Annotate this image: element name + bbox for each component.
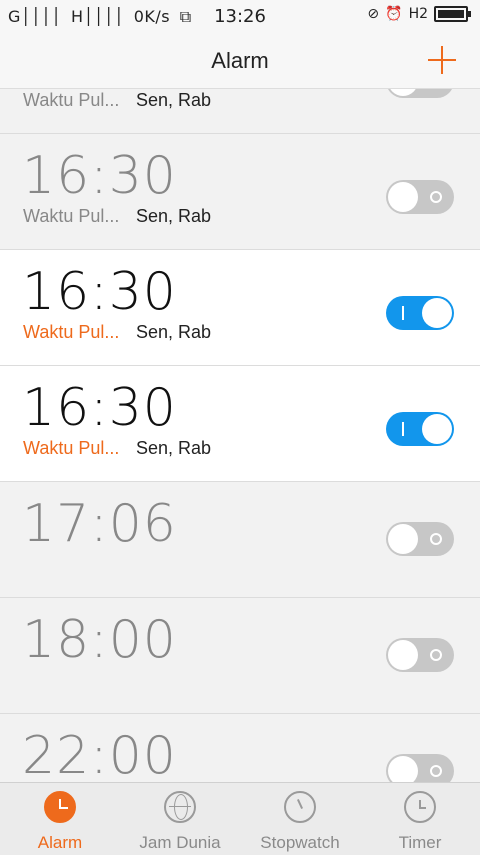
tab-label: Timer — [398, 833, 442, 852]
alarm-label: Waktu Pul... — [23, 438, 120, 458]
network-type: H2 — [408, 6, 428, 22]
tab-label: Jam Dunia — [139, 833, 221, 852]
battery-icon — [434, 6, 471, 22]
tab-world-clock[interactable]: Jam Dunia — [120, 783, 240, 855]
alarm-label: Waktu Pul... — [23, 322, 120, 342]
tab-label: Alarm — [37, 833, 83, 852]
alarm-row[interactable]: 18:00 — [0, 598, 480, 714]
alarm-time: 22:00 — [22, 726, 177, 782]
alarm-days: Sen, Rab — [136, 206, 212, 226]
status-right: ⊘ ⏰ H2 — [367, 6, 471, 22]
alarm-toggle[interactable] — [386, 296, 454, 330]
alarm-toggle[interactable] — [386, 638, 454, 672]
alarm-row[interactable]: 16:30 Waktu Pul... Sen, Rab — [0, 134, 480, 250]
alarm-days: Sen, Rab — [136, 438, 212, 458]
bottom-tab-bar: Alarm Jam Dunia Stopwatch Timer — [0, 782, 480, 855]
app-header: Alarm — [0, 34, 480, 89]
alarm-list[interactable]: Waktu Pul... Sen, Rab 16:30 Waktu Pul...… — [0, 89, 480, 782]
tab-label: Stopwatch — [260, 833, 340, 852]
alarm-time: 18:00 — [22, 610, 177, 670]
alarm-toggle[interactable] — [386, 522, 454, 556]
alarm-toggle[interactable] — [386, 89, 454, 98]
alarm-time: 16:30 — [22, 146, 177, 206]
alarm-label: Waktu Pul... — [23, 206, 120, 226]
alarm-days: Sen, Rab — [136, 90, 212, 110]
tab-alarm[interactable]: Alarm — [0, 783, 120, 855]
alarm-clock-icon — [44, 791, 76, 823]
stopwatch-icon — [284, 791, 316, 823]
alarm-days: Sen, Rab — [136, 322, 212, 342]
alarm-time: 16:30 — [22, 262, 177, 322]
alarm-row[interactable]: Waktu Pul... Sen, Rab — [0, 89, 480, 134]
alarm-row[interactable]: 17:06 — [0, 482, 480, 598]
alarm-toggle[interactable] — [386, 412, 454, 446]
page-title: Alarm — [211, 48, 269, 73]
status-bar: G││││ H││││ 0K/s ⧉ 13:26 ⊘ ⏰ H2 — [0, 0, 480, 34]
alarm-time: 16:30 — [22, 378, 177, 438]
timer-icon — [404, 791, 436, 823]
alarm-status-icon: ⏰ — [385, 6, 403, 22]
alarm-label: Waktu Pul... — [23, 90, 120, 110]
alarm-row[interactable]: 22:00 — [0, 714, 480, 782]
tab-timer[interactable]: Timer — [360, 783, 480, 855]
alarm-row[interactable]: 16:30 Waktu Pul... Sen, Rab — [0, 250, 480, 366]
alarm-time: 17:06 — [22, 494, 177, 554]
alarm-toggle[interactable] — [386, 180, 454, 214]
tab-stopwatch[interactable]: Stopwatch — [240, 783, 360, 855]
globe-icon — [164, 791, 196, 823]
alarm-row[interactable]: 16:30 Waktu Pul... Sen, Rab — [0, 366, 480, 482]
alarm-toggle[interactable] — [386, 754, 454, 782]
mute-icon: ⊘ — [367, 6, 380, 22]
add-alarm-button[interactable] — [428, 46, 456, 74]
